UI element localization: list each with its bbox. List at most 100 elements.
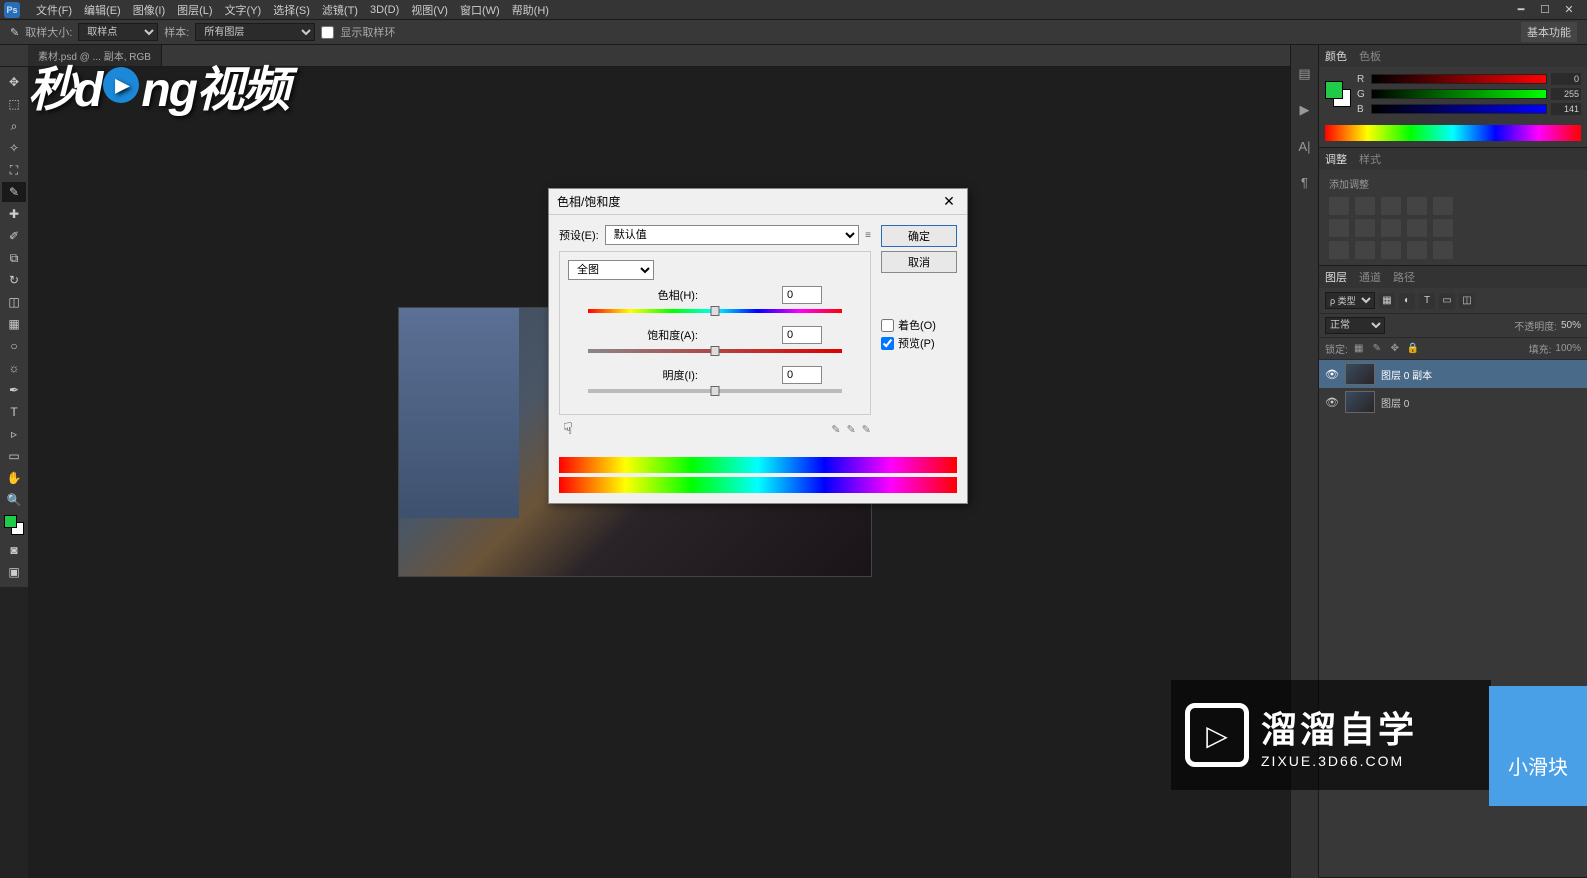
gradient-map-icon[interactable]	[1407, 241, 1427, 259]
curves-icon[interactable]	[1381, 197, 1401, 215]
eraser-tool[interactable]: ◫	[2, 292, 26, 312]
lightness-slider[interactable]	[588, 386, 842, 396]
preset-select[interactable]: 默认值	[605, 225, 859, 245]
hue-sat-icon[interactable]	[1329, 219, 1349, 237]
menu-layer[interactable]: 图层(L)	[171, 0, 218, 20]
channel-mixer-icon[interactable]	[1433, 219, 1453, 237]
layer-row[interactable]: 👁 图层 0	[1319, 388, 1587, 416]
tab-styles[interactable]: 样式	[1359, 151, 1381, 167]
quickmask-icon[interactable]: ◙	[2, 540, 26, 560]
r-slider[interactable]	[1371, 74, 1547, 84]
r-value[interactable]: 0	[1551, 73, 1581, 85]
minimize-button[interactable]: ━	[1513, 2, 1529, 18]
g-value[interactable]: 255	[1551, 88, 1581, 100]
b-slider[interactable]	[1371, 104, 1547, 114]
close-button[interactable]: ✕	[1561, 2, 1577, 18]
preview-checkbox[interactable]	[881, 337, 894, 350]
blur-tool[interactable]: ○	[2, 336, 26, 356]
magic-wand-tool[interactable]: ✧	[2, 138, 26, 158]
lightness-slider-thumb[interactable]	[711, 386, 720, 396]
lock-position-icon[interactable]: ✥	[1388, 342, 1402, 356]
type-tool[interactable]: T	[2, 402, 26, 422]
character-panel-icon[interactable]: A|	[1296, 137, 1314, 155]
paragraph-panel-icon[interactable]: ¶	[1296, 173, 1314, 191]
eyedropper-icon[interactable]: ✎	[831, 423, 840, 436]
move-tool[interactable]: ✥	[2, 72, 26, 92]
path-select-tool[interactable]: ▹	[2, 424, 26, 444]
layer-thumbnail[interactable]	[1345, 363, 1375, 385]
zoom-tool[interactable]: 🔍	[2, 490, 26, 510]
threshold-icon[interactable]	[1381, 241, 1401, 259]
history-brush-tool[interactable]: ↻	[2, 270, 26, 290]
foreground-color-swatch[interactable]	[4, 515, 17, 528]
colorize-checkbox-label[interactable]: 着色(O)	[881, 317, 957, 333]
tab-swatches[interactable]: 色板	[1359, 48, 1381, 64]
blend-mode-select[interactable]: 正常	[1325, 317, 1385, 334]
tab-color[interactable]: 颜色	[1325, 48, 1347, 64]
range-select[interactable]: 全图	[568, 260, 654, 280]
screenmode-icon[interactable]: ▣	[2, 562, 26, 582]
history-panel-icon[interactable]: ▤	[1296, 65, 1314, 83]
posterize-icon[interactable]	[1355, 241, 1375, 259]
dialog-close-button[interactable]: ✕	[939, 192, 959, 212]
layer-thumbnail[interactable]	[1345, 391, 1375, 413]
color-ramp[interactable]	[1325, 125, 1581, 141]
b-value[interactable]: 141	[1551, 103, 1581, 115]
color-swatches[interactable]	[4, 515, 24, 535]
visibility-icon[interactable]: 👁	[1325, 396, 1339, 409]
cancel-button[interactable]: 取消	[881, 251, 957, 273]
menu-filter[interactable]: 滤镜(T)	[316, 0, 364, 20]
panel-color-swatches[interactable]	[1325, 81, 1351, 107]
visibility-icon[interactable]: 👁	[1325, 368, 1339, 381]
layer-name[interactable]: 图层 0	[1381, 395, 1409, 410]
ok-button[interactable]: 确定	[881, 225, 957, 247]
show-ring-checkbox[interactable]	[321, 26, 334, 39]
sample-select[interactable]: 所有图层	[195, 23, 315, 41]
filter-adjust-icon[interactable]: ◐	[1399, 293, 1415, 309]
lock-all-icon[interactable]: 🔒	[1406, 342, 1420, 356]
eyedropper-plus-icon[interactable]: ✎	[847, 423, 856, 436]
filter-smart-icon[interactable]: ◫	[1459, 293, 1475, 309]
menu-image[interactable]: 图像(I)	[127, 0, 171, 20]
saturation-slider[interactable]	[588, 346, 842, 356]
tab-adjustments[interactable]: 调整	[1325, 151, 1347, 167]
menu-edit[interactable]: 编辑(E)	[78, 0, 127, 20]
fill-value[interactable]: 100%	[1555, 343, 1581, 354]
hue-slider[interactable]	[588, 306, 842, 316]
dialog-title-bar[interactable]: 色相/饱和度 ✕	[549, 189, 967, 215]
maximize-button[interactable]: ☐	[1537, 2, 1553, 18]
panel-fg-swatch[interactable]	[1325, 81, 1343, 99]
menu-view[interactable]: 视图(V)	[405, 0, 454, 20]
color-balance-icon[interactable]	[1355, 219, 1375, 237]
dodge-tool[interactable]: ☼	[2, 358, 26, 378]
menu-select[interactable]: 选择(S)	[267, 0, 316, 20]
hand-tool[interactable]: ✋	[2, 468, 26, 488]
menu-3d[interactable]: 3D(D)	[364, 2, 405, 18]
eyedropper-tool[interactable]: ✎	[2, 182, 26, 202]
marquee-tool[interactable]: ⬚	[2, 94, 26, 114]
preview-checkbox-label[interactable]: 预览(P)	[881, 335, 957, 351]
tab-channels[interactable]: 通道	[1359, 269, 1381, 285]
tab-layers[interactable]: 图层	[1325, 269, 1347, 285]
clone-stamp-tool[interactable]: ⧉	[2, 248, 26, 268]
tab-paths[interactable]: 路径	[1393, 269, 1415, 285]
exposure-icon[interactable]	[1407, 197, 1427, 215]
crop-tool[interactable]: ⛶	[2, 160, 26, 180]
colorize-checkbox[interactable]	[881, 319, 894, 332]
healing-brush-tool[interactable]: ✚	[2, 204, 26, 224]
menu-file[interactable]: 文件(F)	[30, 0, 78, 20]
opacity-value[interactable]: 50%	[1561, 320, 1581, 331]
selective-color-icon[interactable]	[1433, 241, 1453, 259]
saturation-input[interactable]	[782, 326, 822, 344]
hue-input[interactable]	[782, 286, 822, 304]
layer-name[interactable]: 图层 0 副本	[1381, 367, 1432, 382]
filter-type-icon[interactable]: T	[1419, 293, 1435, 309]
lock-pixels-icon[interactable]: ✎	[1370, 342, 1384, 356]
g-slider[interactable]	[1371, 89, 1547, 99]
brightness-icon[interactable]	[1329, 197, 1349, 215]
filter-pixel-icon[interactable]: ▦	[1379, 293, 1395, 309]
lock-transparent-icon[interactable]: ▦	[1352, 342, 1366, 356]
gradient-tool[interactable]: ▦	[2, 314, 26, 334]
shape-tool[interactable]: ▭	[2, 446, 26, 466]
sample-size-select[interactable]: 取样点	[78, 23, 158, 41]
